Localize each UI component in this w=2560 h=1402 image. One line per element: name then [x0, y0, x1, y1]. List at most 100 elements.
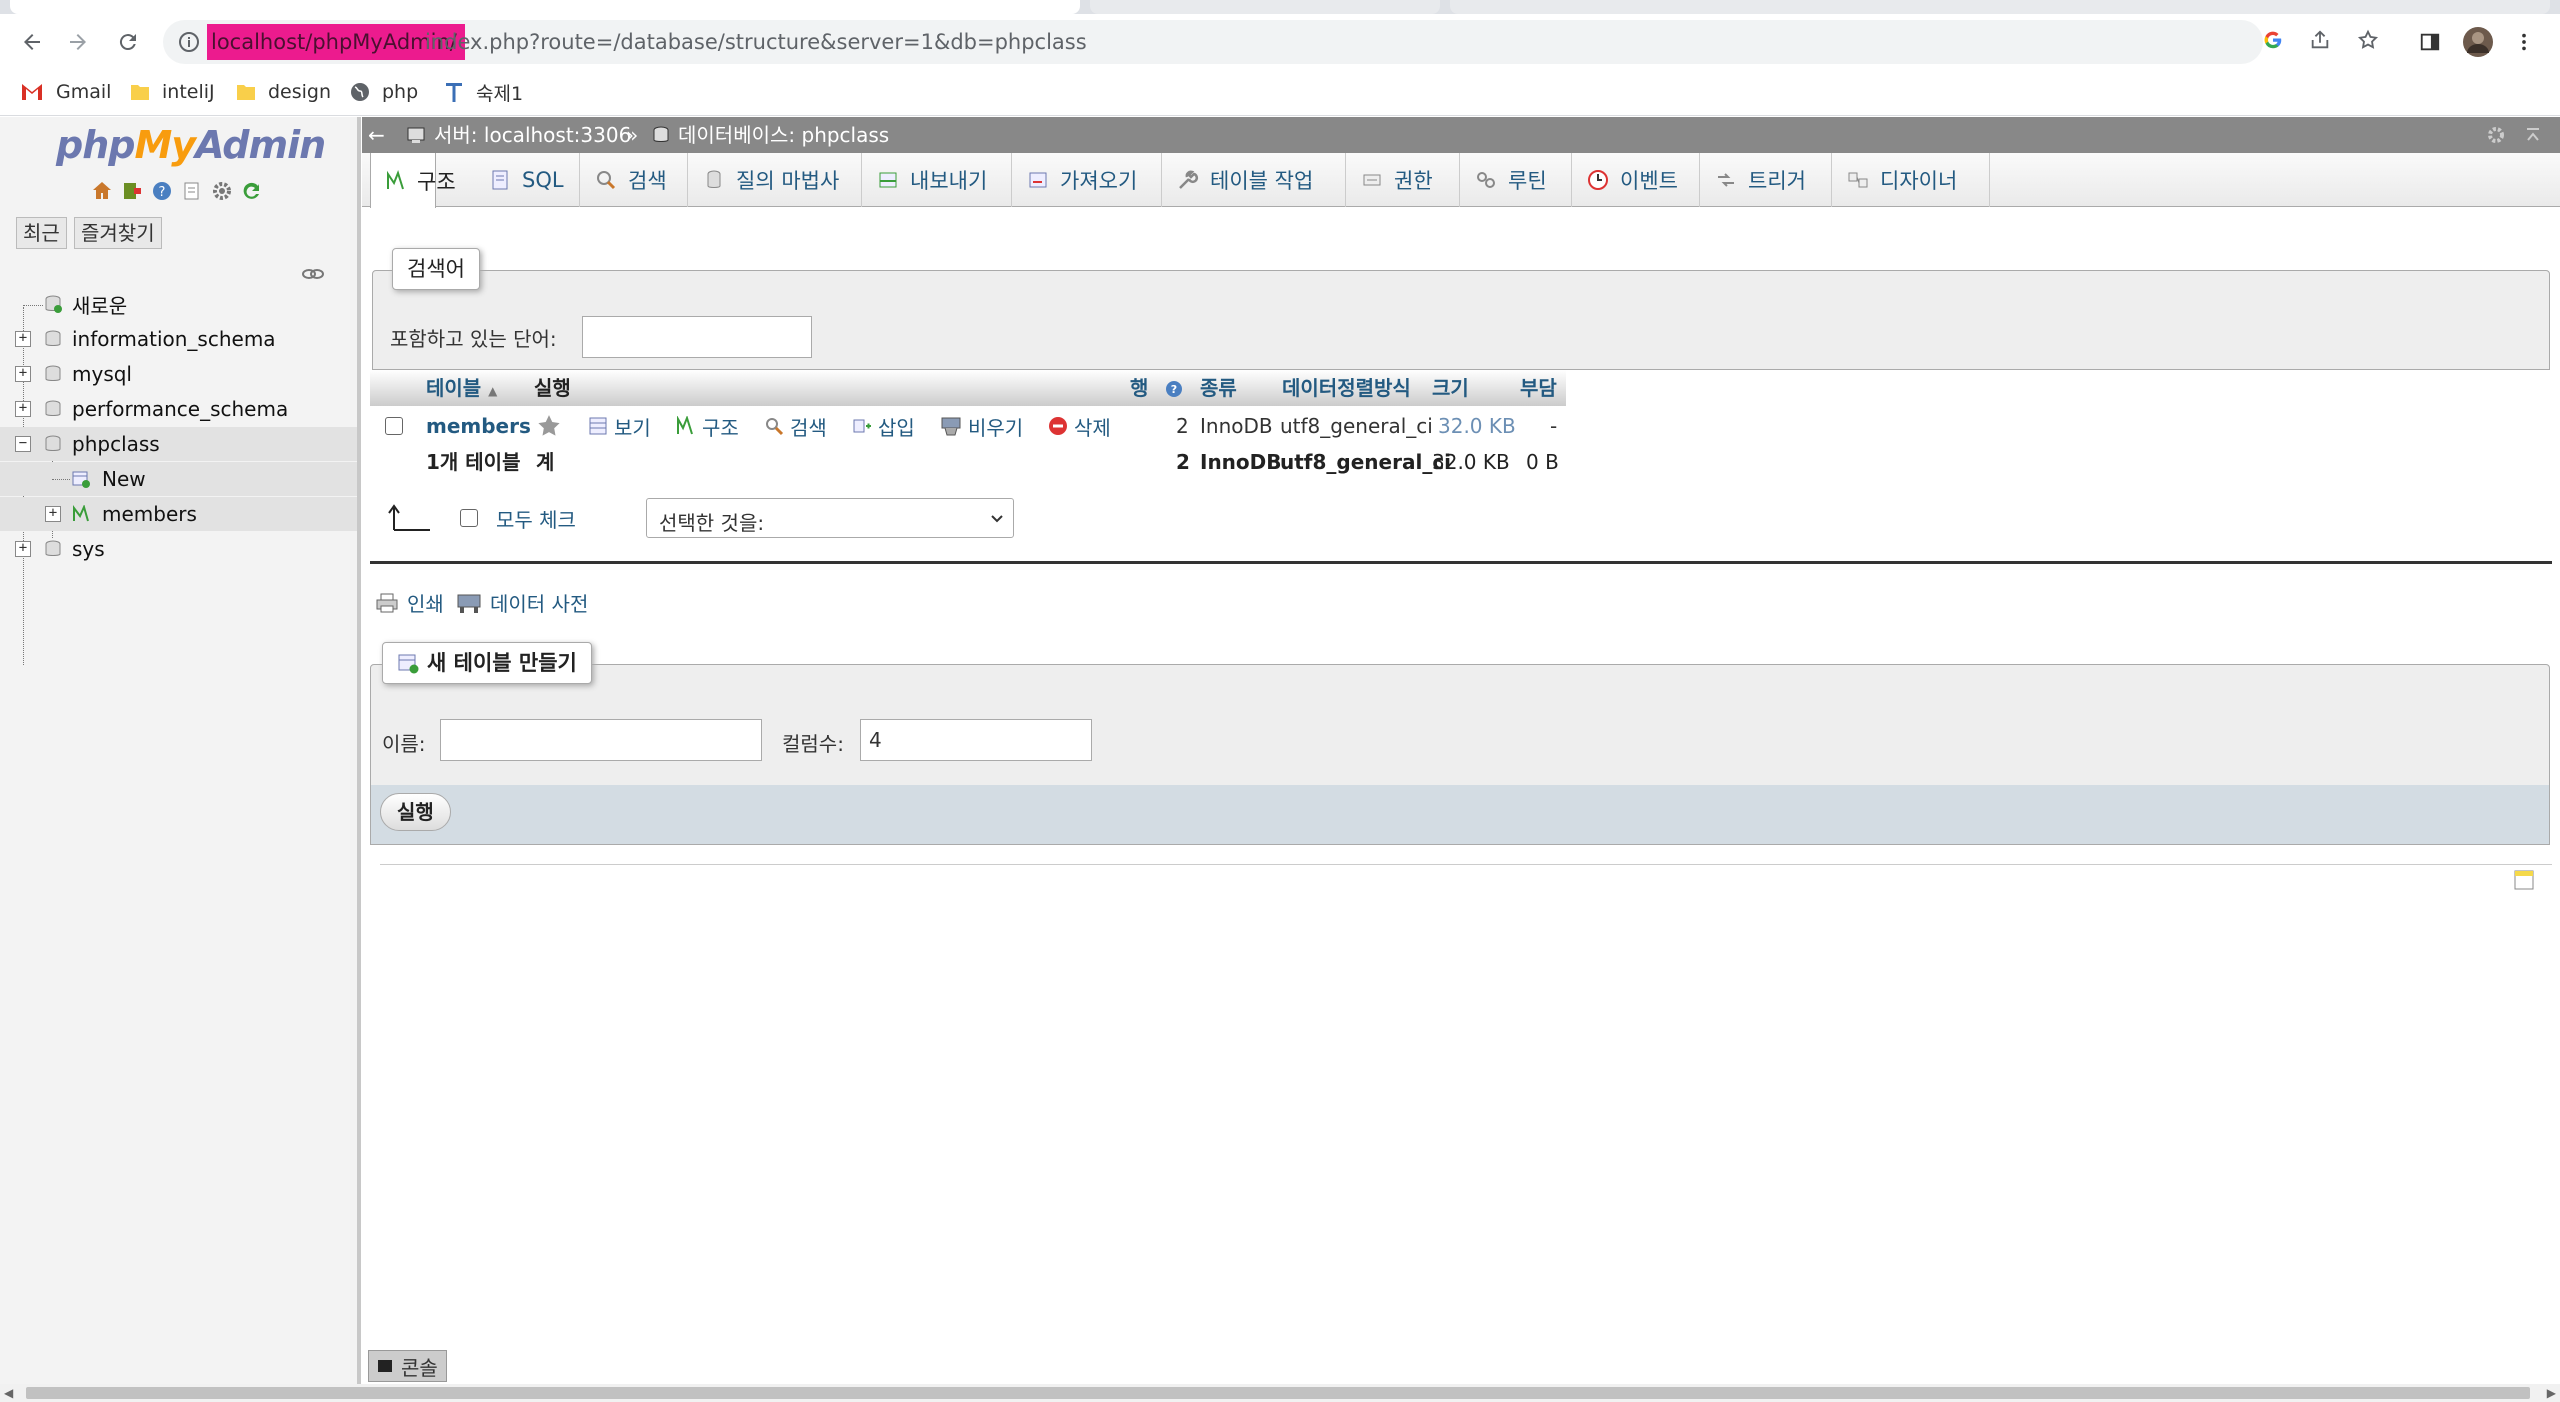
- expand-icon[interactable]: +: [15, 331, 31, 347]
- header-type[interactable]: 종류: [1200, 370, 1237, 406]
- tab-export[interactable]: 내보내기: [862, 153, 1012, 207]
- collapse-nav-button[interactable]: ←: [368, 117, 385, 153]
- bookmark-design[interactable]: design: [236, 76, 331, 108]
- check-all-label[interactable]: 모두 체크: [496, 504, 576, 533]
- filter-legend: 검색어: [392, 248, 480, 290]
- expand-icon[interactable]: +: [15, 541, 31, 557]
- row-checkbox[interactable]: [385, 417, 403, 435]
- database-icon: [45, 330, 61, 346]
- row-size-link[interactable]: 32.0 KB: [1438, 408, 1516, 444]
- console-toggle[interactable]: 콘솔: [368, 1350, 447, 1382]
- collapse-icon[interactable]: −: [15, 436, 31, 452]
- browser-tab[interactable]: [1090, 0, 1440, 14]
- bookmark-intelij[interactable]: inteliJ: [130, 76, 215, 108]
- bookmark-star-button[interactable]: [2350, 22, 2386, 58]
- browser-tab[interactable]: [1450, 0, 2550, 14]
- docs-icon[interactable]: [180, 179, 204, 203]
- horizontal-scrollbar[interactable]: ◀ ▶: [0, 1384, 2560, 1402]
- search-action[interactable]: 검색: [764, 408, 827, 444]
- tree-item-information-schema[interactable]: + information_schema: [0, 322, 357, 356]
- browse-action[interactable]: 보기: [588, 408, 651, 444]
- tab-routines[interactable]: 루틴: [1460, 153, 1572, 207]
- reload-button[interactable]: [108, 22, 148, 62]
- expand-icon[interactable]: +: [15, 366, 31, 382]
- print-link[interactable]: 인쇄: [375, 588, 444, 617]
- print-icon: [376, 593, 398, 612]
- scroll-right-icon[interactable]: ▶: [2547, 1384, 2556, 1402]
- tree-item-new[interactable]: 새로운: [0, 287, 357, 321]
- data-dictionary-link[interactable]: 데이터 사전: [456, 588, 588, 617]
- tab-designer[interactable]: 디자이너: [1832, 153, 1990, 207]
- refresh-icon[interactable]: [240, 179, 264, 203]
- header-size[interactable]: 크기: [1432, 370, 1469, 406]
- settings-gear-icon[interactable]: [210, 179, 234, 203]
- profile-avatar[interactable]: [2458, 22, 2498, 62]
- expand-icon[interactable]: +: [45, 506, 61, 522]
- scrollbar-thumb[interactable]: [26, 1387, 2530, 1399]
- info-icon[interactable]: [177, 30, 201, 54]
- link-with-main-panel-icon[interactable]: [302, 261, 324, 285]
- collapse-top-icon[interactable]: [2524, 117, 2542, 153]
- tab-import[interactable]: 가져오기: [1012, 153, 1162, 207]
- tab-privileges[interactable]: 권한: [1346, 153, 1460, 207]
- bookmark-php[interactable]: php: [350, 76, 418, 108]
- page-settings-icon[interactable]: [2486, 117, 2506, 153]
- insert-action[interactable]: 삽입: [852, 408, 915, 444]
- structure-action[interactable]: 구조: [676, 408, 739, 444]
- expand-icon[interactable]: +: [15, 401, 31, 417]
- tab-search[interactable]: 검색: [580, 153, 688, 207]
- tree-item-members[interactable]: + members: [0, 497, 357, 531]
- drop-action[interactable]: 삭제: [1048, 408, 1111, 444]
- filter-input[interactable]: [582, 316, 812, 358]
- header-collation[interactable]: 데이터정렬방식: [1282, 370, 1411, 406]
- row-engine: InnoDB: [1200, 414, 1273, 438]
- header-table[interactable]: 테이블 ▲: [426, 370, 497, 406]
- help-icon[interactable]: ?: [150, 179, 174, 203]
- tab-events[interactable]: 이벤트: [1572, 153, 1700, 207]
- total-collation: utf8_general_ci: [1280, 450, 1452, 474]
- breadcrumb-database[interactable]: 데이터베이스: phpclass: [652, 117, 889, 153]
- tab-triggers[interactable]: 트리거: [1700, 153, 1832, 207]
- google-lens-button[interactable]: [2255, 22, 2291, 58]
- share-button[interactable]: [2302, 22, 2338, 58]
- arrow-right-icon: [70, 34, 86, 50]
- create-table-legend-label: 새 테이블 만들기: [427, 651, 577, 675]
- with-selected-select[interactable]: 선택한 것을:: [646, 498, 1014, 538]
- tree-item-phpclass-new[interactable]: New: [0, 462, 357, 496]
- address-bar[interactable]: localhost/phpMyAdmin/ index.php?route=/d…: [163, 20, 2263, 64]
- check-all-checkbox[interactable]: [460, 509, 478, 527]
- breadcrumb-server[interactable]: 서버: localhost:3306: [406, 117, 631, 153]
- scroll-left-icon[interactable]: ◀: [4, 1384, 13, 1402]
- side-panel-button[interactable]: [2410, 22, 2450, 62]
- tree-item-phpclass[interactable]: − phpclass: [0, 427, 357, 461]
- create-table-go-button[interactable]: 실행: [380, 793, 451, 831]
- phpmyadmin-logo[interactable]: phpMyAdmin: [56, 123, 326, 167]
- tab-sql[interactable]: SQL: [474, 153, 580, 207]
- logout-icon[interactable]: [120, 179, 144, 203]
- forward-button[interactable]: [58, 22, 98, 62]
- tab-query-wizard[interactable]: 질의 마법사: [688, 153, 862, 207]
- browser-tab[interactable]: [10, 0, 1080, 14]
- browser-menu-button[interactable]: [2504, 22, 2544, 62]
- tree-item-mysql[interactable]: + mysql: [0, 357, 357, 391]
- tab-operations[interactable]: 테이블 작업: [1162, 153, 1346, 207]
- tab-structure[interactable]: 구조: [370, 153, 456, 208]
- tree-item-performance-schema[interactable]: + performance_schema: [0, 392, 357, 426]
- favorite-star-button[interactable]: [536, 408, 562, 444]
- bookmark-homework[interactable]: 숙제1: [444, 76, 523, 108]
- empty-action[interactable]: 비우기: [940, 408, 1023, 444]
- tab-recent[interactable]: 최근: [16, 217, 67, 249]
- header-rows[interactable]: 행 ?: [1130, 370, 1183, 406]
- header-overhead[interactable]: 부담: [1520, 370, 1557, 406]
- folder-icon: [131, 85, 149, 100]
- help-icon[interactable]: ?: [1165, 380, 1183, 398]
- table-name-input[interactable]: [440, 719, 762, 761]
- bookmark-gmail[interactable]: Gmail: [20, 76, 111, 108]
- table-name-link[interactable]: members: [426, 408, 531, 444]
- tab-favorites[interactable]: 즐겨찾기: [74, 217, 162, 249]
- column-count-input[interactable]: 4: [860, 719, 1092, 761]
- tree-item-sys[interactable]: + sys: [0, 532, 357, 566]
- home-icon[interactable]: [90, 179, 114, 203]
- sticky-note-icon[interactable]: [2512, 868, 2536, 892]
- back-button[interactable]: [12, 22, 52, 62]
